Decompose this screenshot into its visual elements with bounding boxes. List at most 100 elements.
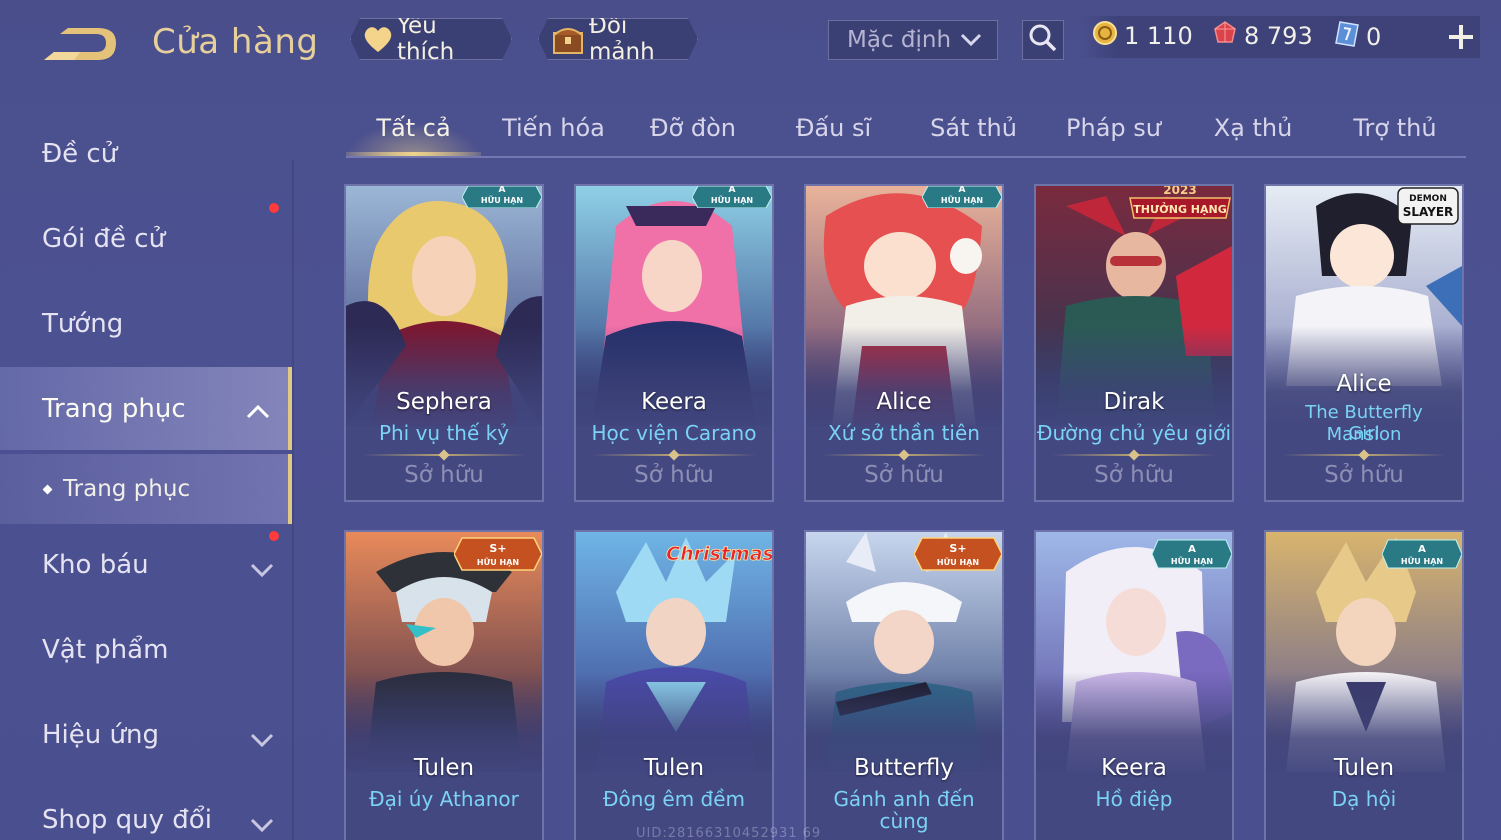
- gold-coin-icon: [1092, 20, 1118, 52]
- role-tabs: Tất cả Tiến hóa Đỡ đòn Đấu sĩ Sát thủ Ph…: [346, 100, 1466, 158]
- skin-card[interactable]: Christmas Tulen Đông êm đềm: [574, 530, 774, 840]
- owned-status: Sở hữu: [634, 462, 714, 488]
- search-icon: [1028, 23, 1058, 57]
- chevron-down-icon: [250, 555, 274, 585]
- tab-support[interactable]: Trợ thủ: [1336, 114, 1454, 142]
- sidebar-item-exchange-shop[interactable]: Shop quy đổi: [0, 780, 292, 840]
- tab-evolution[interactable]: Tiến hóa: [491, 114, 616, 142]
- owned-status: Sở hữu: [1094, 462, 1174, 488]
- sidebar-item-heroes[interactable]: Tướng: [0, 284, 292, 364]
- chevron-down-icon: [250, 725, 274, 755]
- tier-letter: A: [1418, 544, 1426, 555]
- hero-name: Sephera: [396, 389, 492, 415]
- hero-name: Tulen: [413, 755, 475, 781]
- sidebar-item-effects[interactable]: Hiệu ứng: [0, 695, 292, 775]
- ticket-currency: 0: [1334, 20, 1381, 54]
- badge-year: 2023: [1163, 186, 1196, 197]
- chevron-down-icon: [959, 30, 983, 56]
- badge-label: HỮU HẠN: [481, 194, 523, 205]
- badge-label: SLAYER: [1403, 205, 1454, 219]
- skin-card[interactable]: S+ HỮU HẠN Tulen Đại úy Athanor: [344, 530, 544, 840]
- favorites-button[interactable]: Yêu thích: [350, 18, 512, 60]
- sidebar-item-label: Gói đề cử: [42, 224, 166, 254]
- crystal-ticket-icon: [1334, 20, 1360, 54]
- sidebar-subitem-skins[interactable]: Trang phục: [0, 454, 292, 524]
- rank-reward-badge: 2023 THƯỞNG HẠNG: [1129, 186, 1231, 219]
- skin-card[interactable]: DEMON SLAYER Alice The Butterfly Mansion…: [1264, 184, 1464, 502]
- badge-label: HỮU HẠN: [1401, 555, 1443, 566]
- tab-fighter[interactable]: Đấu sĩ: [776, 114, 891, 142]
- gem-currency: 8 793: [1212, 20, 1313, 52]
- chevron-down-icon: [250, 810, 274, 840]
- sidebar-item-bundles[interactable]: Gói đề cử: [0, 199, 292, 279]
- skin-grid: A HỮU HẠN Sephera Phi vụ thế kỷ Sở hữu A…: [344, 184, 1466, 840]
- tier-letter: A: [499, 186, 506, 195]
- event-badge: Christmas: [666, 543, 772, 566]
- skin-name: Đông êm đềm: [602, 787, 746, 811]
- owned-status: Sở hữu: [1324, 462, 1404, 488]
- notification-dot: [269, 531, 279, 541]
- tier-badge: A HỮU HẠN: [922, 186, 1002, 208]
- red-gem-icon: [1212, 20, 1238, 52]
- skin-name: Phi vụ thế kỷ: [378, 421, 510, 445]
- tier-badge: A HỮU HẠN: [462, 186, 542, 208]
- skin-card[interactable]: A HỮU HẠN Keera Học viện Carano Sở hữu: [574, 184, 774, 502]
- sidebar-item-label: Trang phục: [42, 393, 186, 424]
- sidebar-item-items[interactable]: Vật phẩm: [0, 610, 292, 690]
- search-button[interactable]: [1022, 20, 1064, 60]
- badge-label: HỮU HẠN: [937, 556, 979, 567]
- skin-card[interactable]: A HỮU HẠN Keera Hồ điệp: [1034, 530, 1234, 840]
- category-sidebar: Đề cử Gói đề cử Tướng Trang phục Trang p…: [0, 100, 295, 840]
- page-title: Cửa hàng: [152, 22, 319, 62]
- sidebar-item-recommended[interactable]: Đề cử: [0, 114, 292, 194]
- skin-card[interactable]: A HỮU HẠN Alice Xứ sở thần tiên Sở hữu: [804, 184, 1004, 502]
- gold-amount: 1 110: [1124, 22, 1193, 50]
- tab-tank[interactable]: Đỡ đòn: [633, 114, 753, 142]
- gold-currency: 1 110: [1092, 20, 1193, 52]
- skin-name: Dạ hội: [1331, 787, 1397, 811]
- gem-amount: 8 793: [1244, 22, 1313, 50]
- skin-name: Gánh anh đến cùng: [833, 787, 975, 833]
- sidebar-divider: [292, 160, 294, 840]
- skin-name-line2: Girl: [1348, 423, 1380, 444]
- artwork-fade: [806, 326, 1002, 436]
- owned-status: Sở hữu: [404, 462, 484, 488]
- sidebar-item-label: Kho báu: [42, 550, 149, 580]
- skin-name: Học viện Carano: [591, 421, 757, 445]
- skin-name: Đường chủ yêu giới: [1036, 421, 1232, 445]
- tab-all[interactable]: Tất cả: [346, 114, 481, 142]
- skin-card[interactable]: S+ HỮU HẠN Butterfly Gánh anh đến cùng: [804, 530, 1004, 840]
- tier-badge: A HỮU HẠN: [1152, 539, 1232, 569]
- badge-label: THƯỞNG HẠNG: [1133, 202, 1227, 216]
- badge-label: HỮU HẠN: [1171, 555, 1213, 566]
- chevron-up-icon: [246, 397, 270, 427]
- sidebar-item-label: Tướng: [42, 309, 124, 339]
- badge-label: HỮU HẠN: [941, 194, 983, 205]
- hero-name: Tulen: [1333, 755, 1395, 781]
- tier-letter: S+: [489, 542, 506, 555]
- tab-marksman[interactable]: Xạ thủ: [1198, 114, 1308, 142]
- sort-dropdown[interactable]: Mặc định: [828, 20, 998, 60]
- skin-card[interactable]: A HỮU HẠN Tulen Dạ hội: [1264, 530, 1464, 840]
- tab-mage[interactable]: Pháp sư: [1056, 114, 1171, 142]
- hero-name: Butterfly: [853, 755, 955, 781]
- notification-dot: [269, 203, 279, 213]
- hero-name: Tulen: [643, 755, 705, 781]
- skin-name: Đại úy Athanor: [369, 787, 519, 811]
- skin-card[interactable]: 2023 THƯỞNG HẠNG Dirak Đường chủ yêu giớ…: [1034, 184, 1234, 502]
- back-arrow-icon[interactable]: [40, 26, 120, 66]
- sidebar-item-label: Đề cử: [42, 139, 118, 169]
- skin-name: Xứ sở thần tiên: [828, 421, 980, 445]
- add-currency-button[interactable]: [1444, 20, 1478, 54]
- exchange-fragments-button[interactable]: Đổi mảnh: [538, 18, 698, 60]
- skin-card[interactable]: A HỮU HẠN Sephera Phi vụ thế kỷ Sở hữu: [344, 184, 544, 502]
- plus-icon: [1444, 25, 1478, 58]
- sidebar-item-skins[interactable]: Trang phục: [0, 367, 292, 450]
- tier-letter: A: [729, 186, 736, 195]
- sidebar-item-treasure[interactable]: Kho báu: [0, 525, 292, 605]
- top-bar: Cửa hàng Yêu thích Đổi mảnh Mặc định 1 1…: [0, 0, 1501, 80]
- chest-icon: [551, 23, 585, 55]
- badge-label: HỮU HẠN: [477, 556, 519, 567]
- artwork-fade: [346, 326, 542, 436]
- tab-assassin[interactable]: Sát thủ: [916, 114, 1031, 142]
